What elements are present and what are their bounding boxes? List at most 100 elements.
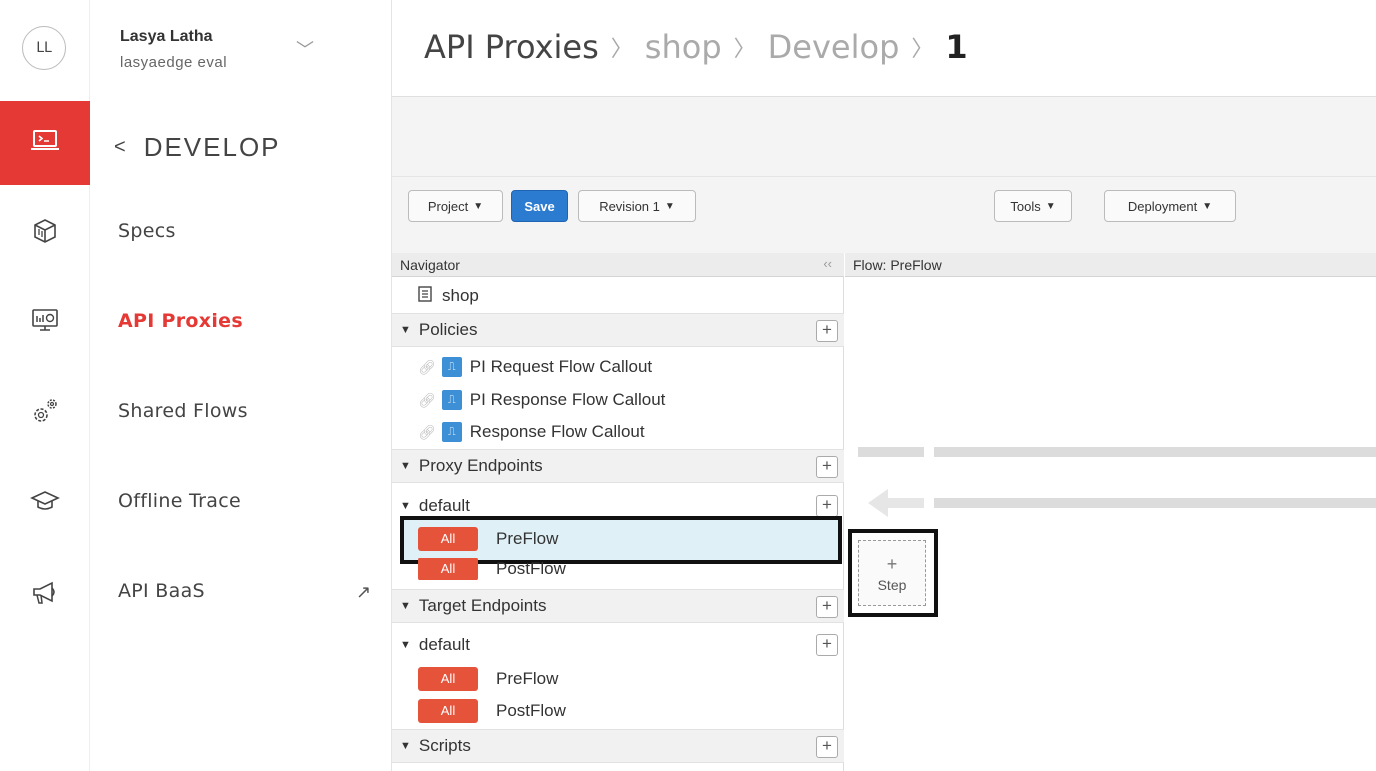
nav-item-offline-trace[interactable]: Offline Trace — [118, 490, 241, 512]
scripts-section[interactable]: ▼ Scripts + — [392, 729, 844, 763]
rail-api-baas-item[interactable] — [30, 580, 60, 610]
triangle-down-icon: ▼ — [400, 500, 411, 512]
add-target-flow-button[interactable]: + — [816, 634, 838, 656]
caret-down-icon: ▼ — [1045, 200, 1056, 212]
flow-label: PreFlow — [496, 529, 559, 548]
monitor-analytics-icon — [30, 307, 60, 340]
flow-response-bar — [886, 498, 924, 508]
caret-down-icon: ▼ — [664, 200, 675, 212]
policy-item[interactable]: 🔗︎ ⎍ Response Flow Callout — [392, 416, 844, 448]
breadcrumb-shop[interactable]: shop — [645, 28, 722, 66]
flow-label: PostFlow — [496, 701, 566, 720]
rail-specs-item[interactable] — [30, 218, 60, 248]
deployment-dropdown[interactable]: Deployment ▼ — [1104, 190, 1236, 222]
rail-shared-flows-item[interactable] — [30, 398, 60, 428]
add-step-button[interactable]: + Step — [858, 540, 926, 606]
plus-icon: + — [886, 553, 898, 574]
scripts-label: Scripts — [418, 736, 471, 755]
flow-response-bar — [934, 498, 1376, 508]
proxy-preflow-item[interactable]: All PreFlow — [392, 524, 844, 554]
project-label: Project — [427, 198, 469, 214]
link-icon: 🔗︎ — [418, 358, 436, 375]
proxy-default-label: default — [418, 496, 470, 515]
flow-arrow-left-icon — [868, 489, 888, 517]
nav-item-specs[interactable]: Specs — [118, 220, 176, 242]
flow-header: Flow: PreFlow — [845, 253, 1376, 277]
graduation-cap-icon — [30, 488, 60, 519]
add-script-button[interactable]: + — [816, 736, 838, 758]
service-callout-icon: ⎍ — [441, 357, 462, 377]
target-endpoints-label: Target Endpoints — [418, 596, 547, 615]
breadcrumb-develop[interactable]: Develop — [768, 28, 900, 66]
collapse-icon[interactable]: ‹‹ — [823, 256, 832, 271]
proxy-postflow-item[interactable]: All PostFlow — [392, 558, 844, 580]
policy-item[interactable]: 🔗︎ ⎍ PI Response Flow Callout — [392, 384, 844, 416]
proxy-root-item[interactable]: shop — [392, 279, 844, 313]
service-callout-icon: ⎍ — [441, 390, 462, 410]
tools-dropdown[interactable]: Tools ▼ — [994, 190, 1072, 222]
link-icon: 🔗︎ — [418, 423, 436, 440]
proxy-endpoints-section[interactable]: ▼ Proxy Endpoints + — [392, 449, 844, 483]
develop-section-title: DEVELOP — [143, 132, 281, 162]
flow-request-bar — [934, 447, 1376, 457]
breadcrumb-separator-icon: 〉 — [911, 37, 934, 62]
all-badge: All — [418, 667, 478, 691]
nav-item-api-proxies[interactable]: API Proxies — [118, 310, 243, 332]
revision-label: Revision 1 — [599, 198, 660, 214]
revision-dropdown[interactable]: Revision 1 ▼ — [578, 190, 696, 222]
user-name[interactable]: Lasya Latha — [120, 28, 212, 46]
deployment-label: Deployment — [1127, 198, 1198, 214]
proxy-endpoints-label: Proxy Endpoints — [418, 456, 543, 475]
navigator-title: Navigator — [400, 256, 460, 273]
megaphone-icon — [30, 579, 60, 612]
target-endpoints-section[interactable]: ▼ Target Endpoints + — [392, 589, 844, 623]
service-callout-icon: ⎍ — [441, 422, 462, 442]
target-preflow-item[interactable]: All PreFlow — [392, 664, 844, 694]
develop-icon — [30, 128, 60, 159]
navigator-header: Navigator ‹‹ — [392, 253, 844, 277]
develop-back-link[interactable]: < DEVELOP — [114, 132, 281, 163]
project-dropdown[interactable]: Project ▼ — [408, 190, 503, 222]
chevron-left-icon: < — [114, 136, 128, 158]
user-org: lasyaedge eval — [120, 54, 228, 71]
nav-item-api-baas[interactable]: API BaaS — [118, 580, 205, 602]
policy-label: Response Flow Callout — [469, 422, 645, 441]
flow-label: PostFlow — [496, 559, 566, 578]
avatar[interactable]: LL — [22, 26, 66, 70]
breadcrumb-api-proxies[interactable]: API Proxies — [424, 28, 599, 66]
target-default-label: default — [418, 635, 470, 654]
breadcrumb-separator-icon: 〉 — [610, 37, 633, 62]
rail-api-proxies-item[interactable] — [30, 308, 60, 338]
add-proxy-endpoint-button[interactable]: + — [816, 456, 838, 478]
policy-label: PI Response Flow Callout — [469, 390, 666, 409]
rail-develop-item[interactable] — [0, 101, 90, 185]
icon-rail: LL — [0, 0, 90, 771]
add-flow-button[interactable]: + — [816, 495, 838, 517]
policy-label: PI Request Flow Callout — [469, 357, 653, 376]
step-label: Step — [877, 576, 907, 593]
triangle-down-icon: ▼ — [400, 460, 411, 472]
add-target-endpoint-button[interactable]: + — [816, 596, 838, 618]
caret-down-icon: ▼ — [473, 200, 484, 212]
chevron-down-icon[interactable]: ﹀ — [296, 36, 314, 62]
gears-icon — [30, 396, 60, 431]
nav-item-shared-flows[interactable]: Shared Flows — [118, 400, 248, 422]
triangle-down-icon: ▼ — [400, 600, 411, 612]
breadcrumb-separator-icon: 〉 — [733, 37, 756, 62]
all-badge: All — [418, 699, 478, 723]
all-badge: All — [418, 527, 478, 551]
link-icon: 🔗︎ — [418, 391, 436, 408]
policies-section[interactable]: ▼ Policies + — [392, 313, 844, 347]
all-badge: All — [418, 558, 478, 580]
policy-item[interactable]: 🔗︎ ⎍ PI Request Flow Callout — [392, 351, 844, 383]
flow-label: PreFlow — [496, 669, 559, 688]
target-postflow-item[interactable]: All PostFlow — [392, 696, 844, 726]
rail-offline-trace-item[interactable] — [30, 488, 60, 518]
document-icon — [418, 285, 432, 307]
target-default-endpoint[interactable]: ▼ default + — [392, 628, 844, 662]
flow-request-bar — [858, 447, 924, 457]
add-policy-button[interactable]: + — [816, 320, 838, 342]
save-button[interactable]: Save — [511, 190, 568, 222]
triangle-down-icon: ▼ — [400, 740, 411, 752]
triangle-down-icon: ▼ — [400, 639, 411, 651]
